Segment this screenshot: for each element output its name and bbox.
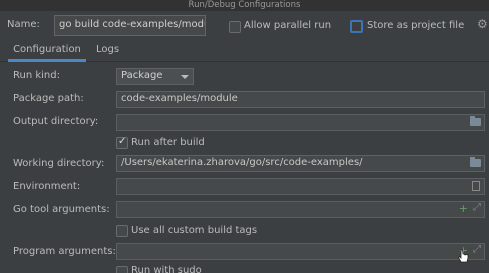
run-kind-select[interactable]: Package [116, 68, 194, 85]
package-path-field[interactable]: code-examples/module [116, 91, 485, 108]
run-with-sudo-label[interactable]: Run with sudo [131, 265, 202, 273]
store-as-project-file-label[interactable]: Store as project file [367, 20, 464, 31]
package-path-value: code-examples/module [121, 93, 238, 104]
environment-field[interactable] [116, 178, 485, 195]
run-after-build-checkbox[interactable] [116, 136, 128, 149]
hand-cursor-icon [458, 249, 469, 263]
program-arguments-field[interactable]: + ⤢ [116, 243, 485, 260]
window-titlebar: Run/Debug Configurations [0, 0, 489, 11]
package-path-label: Package path: [13, 93, 84, 104]
expand-icon[interactable]: ⤢ [473, 202, 481, 213]
output-directory-label: Output directory: [13, 116, 99, 127]
tab-bar: Configuration Logs [0, 41, 489, 62]
folder-icon[interactable] [470, 116, 481, 126]
go-tool-arguments-label: Go tool arguments: [13, 204, 110, 215]
window-title: Run/Debug Configurations [188, 0, 301, 10]
working-directory-label: Working directory: [13, 158, 105, 169]
gear-icon[interactable]: ⚙ [477, 18, 489, 30]
name-label: Name: [7, 19, 40, 30]
expand-icon[interactable]: ⤢ [473, 244, 481, 255]
tab-logs[interactable]: Logs [96, 44, 119, 62]
plus-icon[interactable]: + [459, 202, 468, 215]
chevron-down-icon [181, 75, 189, 79]
name-row: Name: go build code-examples/modul Allow… [0, 11, 489, 41]
run-with-sudo-checkbox[interactable] [116, 266, 128, 273]
use-custom-build-tags-label[interactable]: Use all custom build tags [131, 225, 257, 236]
use-custom-build-tags-checkbox[interactable] [116, 225, 128, 237]
name-input[interactable]: go build code-examples/modul [54, 15, 206, 36]
run-kind-label: Run kind: [13, 70, 60, 81]
folder-icon[interactable] [470, 157, 481, 167]
store-as-project-file-checkbox[interactable] [350, 20, 363, 33]
document-icon[interactable] [472, 181, 480, 191]
output-directory-field[interactable] [116, 114, 485, 131]
working-directory-value: /Users/ekaterina.zharova/go/src/code-exa… [121, 157, 363, 168]
run-after-build-label[interactable]: Run after build [131, 137, 205, 148]
allow-parallel-label[interactable]: Allow parallel run [244, 20, 331, 31]
allow-parallel-checkbox[interactable] [229, 21, 241, 33]
environment-label: Environment: [13, 181, 81, 192]
program-arguments-label: Program arguments: [13, 246, 116, 257]
tab-configuration[interactable]: Configuration [8, 44, 86, 62]
working-directory-field[interactable]: /Users/ekaterina.zharova/go/src/code-exa… [116, 155, 485, 172]
run-kind-value: Package [121, 70, 163, 81]
go-tool-arguments-field[interactable]: + ⤢ [116, 201, 485, 218]
